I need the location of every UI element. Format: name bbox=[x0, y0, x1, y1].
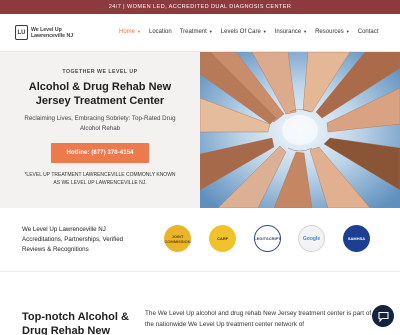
chevron-down-icon: ▼ bbox=[303, 29, 308, 34]
hero-subtitle: Reclaiming Lives, Embracing Sobriety: To… bbox=[24, 115, 176, 132]
chevron-down-icon: ▼ bbox=[345, 29, 350, 34]
joint-commission-badge[interactable]: JOINT COMMISSION bbox=[164, 225, 191, 252]
logo-text: We Level Up Lawrenceville NJ bbox=[31, 27, 73, 39]
menu-item-label: Home bbox=[119, 29, 136, 36]
chat-bubble-icon bbox=[377, 311, 389, 322]
menu-item-levels-of-care[interactable]: Levels Of Care ▼ bbox=[221, 29, 267, 35]
hands-together-illustration bbox=[200, 52, 400, 208]
hotline-button[interactable]: Hotline: (877) 378-4154 bbox=[51, 143, 149, 163]
chat-button[interactable] bbox=[372, 305, 394, 327]
chevron-down-icon: ▼ bbox=[137, 29, 141, 34]
samhsa-badge[interactable]: SAMHSA bbox=[343, 225, 370, 252]
menu-item-location[interactable]: Location bbox=[149, 29, 172, 35]
accreditations-text: We Level Up Lawrenceville NJ Accreditati… bbox=[22, 226, 124, 253]
intro-section: Top-notch Alcohol & Drug Rehab New The W… bbox=[0, 272, 400, 335]
announcement-bar: 24/7 | WOMEN LED, ACCREDITED DUAL DIAGNO… bbox=[0, 0, 400, 14]
menu-item-label: Location bbox=[148, 29, 172, 35]
main-menu: Home ▼ Location Treatment ▼ Levels Of Care… bbox=[119, 29, 386, 35]
badge-label: Google bbox=[302, 235, 321, 242]
badge-label: JOINT COMMISSION bbox=[164, 233, 191, 244]
carf-badge[interactable]: CARF bbox=[209, 225, 236, 252]
chevron-down-icon: ▼ bbox=[262, 29, 267, 34]
menu-item-label: Contact bbox=[357, 29, 379, 35]
site-header: LU We Level Up Lawrenceville NJ Home ▼ Lo… bbox=[0, 14, 400, 52]
chevron-down-icon: ▼ bbox=[208, 29, 213, 34]
hero-content: TOGETHER WE LEVEL UP Alcohol & Drug Reha… bbox=[0, 52, 200, 208]
badge-label: CARF bbox=[216, 236, 229, 241]
legitscript-badge[interactable]: LEGITSCRIPT bbox=[254, 225, 281, 252]
intro-title: Top-notch Alcohol & Drug Rehab New bbox=[22, 311, 129, 335]
google-reviews-badge[interactable]: Google bbox=[298, 225, 325, 252]
menu-item-label: Levels Of Care bbox=[220, 29, 261, 36]
menu-item-label: Insurance bbox=[274, 29, 302, 36]
announcement-text: 24/7 | WOMEN LED, ACCREDITED DUAL DIAGNO… bbox=[108, 4, 292, 10]
site-logo[interactable]: LU We Level Up Lawrenceville NJ bbox=[15, 25, 73, 40]
hero-section: TOGETHER WE LEVEL UP Alcohol & Drug Reha… bbox=[0, 52, 400, 208]
logo-line-2: Lawrenceville NJ bbox=[31, 32, 74, 39]
hero-title: Alcohol & Drug Rehab New Jersey Treatmen… bbox=[28, 81, 172, 107]
menu-item-contact[interactable]: Contact bbox=[358, 29, 379, 35]
logo-mark: LU bbox=[15, 25, 28, 40]
menu-item-resources[interactable]: Resources ▼ bbox=[315, 29, 350, 35]
hero-note: *LEVEL UP TREATMENT LAWRENCEVILLE COMMON… bbox=[24, 172, 176, 186]
menu-item-home[interactable]: Home ▼ bbox=[119, 29, 141, 35]
hero-image-hands-circle bbox=[200, 52, 400, 208]
menu-item-treatment[interactable]: Treatment ▼ bbox=[180, 29, 213, 35]
hero-eyebrow: TOGETHER WE LEVEL UP bbox=[62, 69, 138, 75]
intro-text: The We Level Up alcohol and drug rehab N… bbox=[145, 310, 372, 328]
menu-item-label: Treatment bbox=[179, 29, 207, 36]
menu-item-insurance[interactable]: Insurance ▼ bbox=[275, 29, 307, 35]
menu-item-label: Resources bbox=[315, 29, 344, 36]
badge-label: SAMHSA bbox=[347, 236, 366, 241]
badge-label: LEGITSCRIPT bbox=[254, 236, 281, 241]
accreditations-section: We Level Up Lawrenceville NJ Accreditati… bbox=[0, 208, 400, 272]
